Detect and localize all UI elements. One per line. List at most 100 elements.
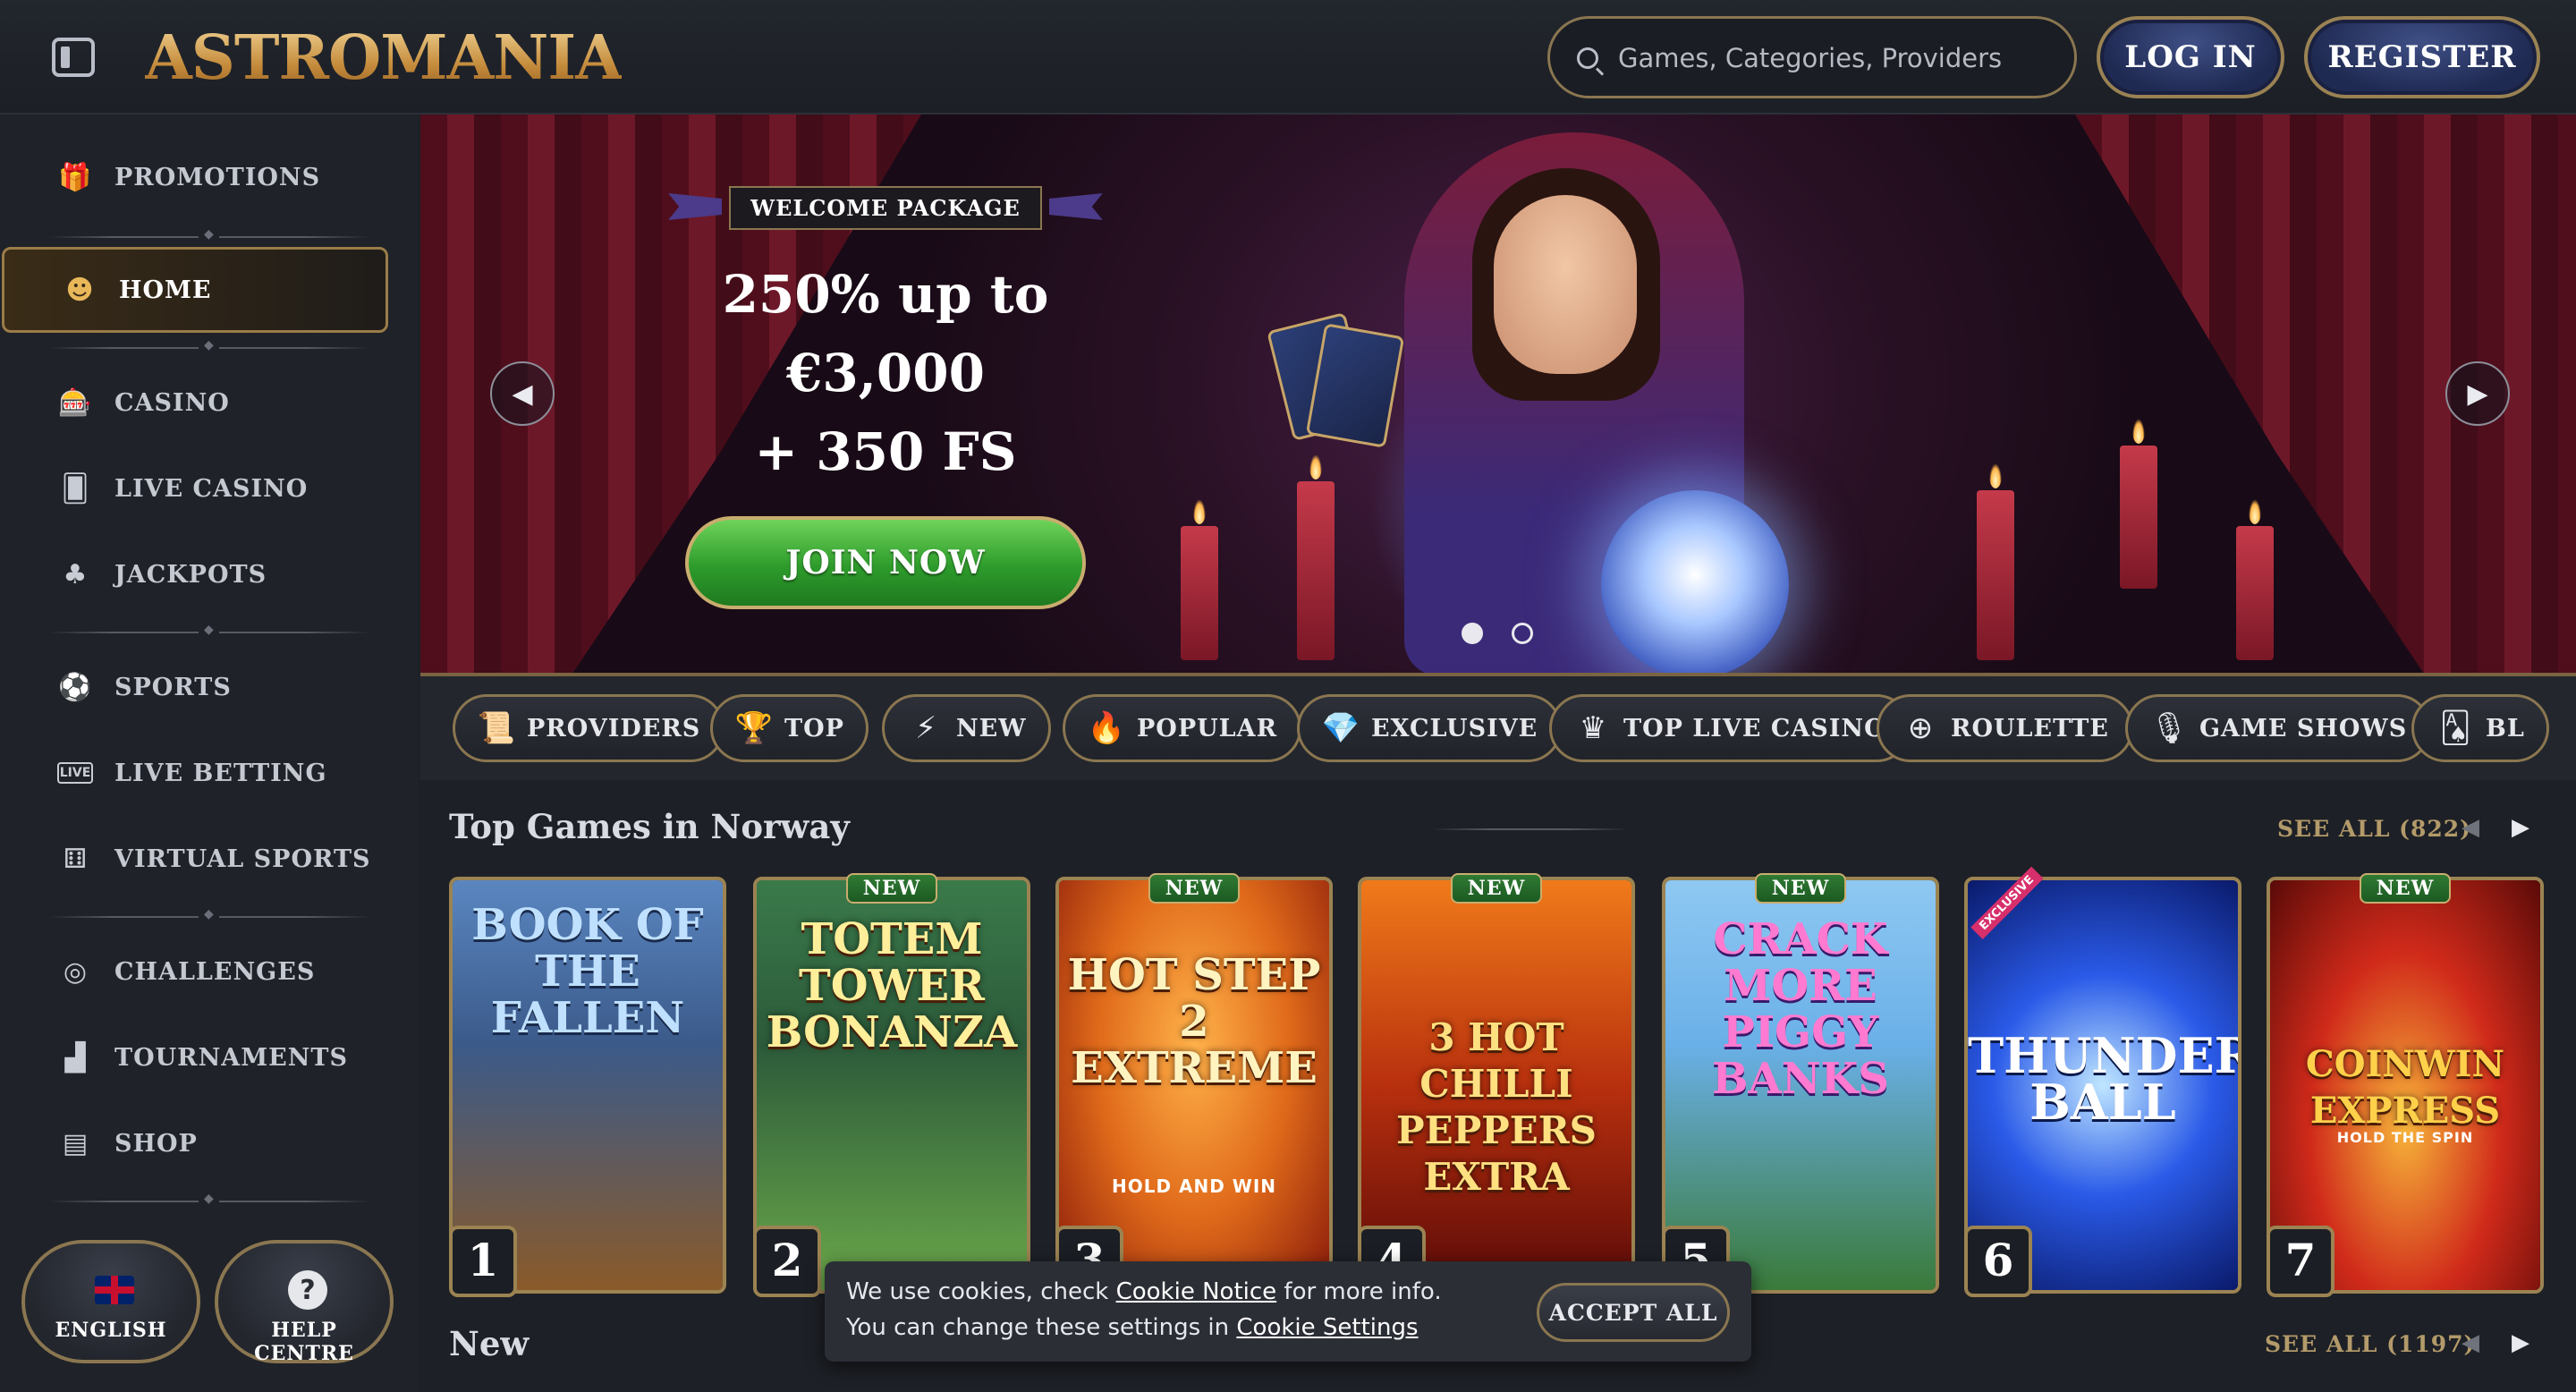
hero-banner[interactable]: WELCOME PACKAGE 250% up to €3,000 + 350 … <box>420 115 2576 676</box>
new-badge: NEW <box>2360 873 2451 904</box>
section-title-top-games: Top Games in Norway <box>449 807 850 846</box>
gift-icon: 🎁 <box>58 161 92 193</box>
candle <box>1297 454 1335 660</box>
category-label: BL <box>2486 714 2525 743</box>
category-providers[interactable]: 📜 PROVIDERS <box>453 694 725 762</box>
login-button[interactable]: LOG IN <box>2097 16 2284 98</box>
sidebar-divider <box>48 1192 370 1206</box>
card-icon: 🂠 <box>61 472 89 505</box>
help-centre-label: HELP CENTRE <box>254 1319 354 1365</box>
game-title: BOOK OF THE FALLEN <box>471 900 704 1043</box>
sidebar-item-virtual-sports[interactable]: ⚅ VIRTUAL SPORTS <box>0 816 394 902</box>
see-all-new-link[interactable]: SEE ALL (1197) <box>2265 1331 2475 1357</box>
top-games-next-icon[interactable]: ▶ <box>2512 814 2529 841</box>
sidebar-item-label: HOME <box>119 276 212 304</box>
rank-badge: 2 <box>753 1226 821 1297</box>
hero-headline: 250% up to €3,000 + 350 FS <box>635 255 1136 491</box>
sidebar-item-sports[interactable]: ⚽ SPORTS <box>0 644 394 730</box>
sidebar-item-promotions[interactable]: 🎁 PROMOTIONS <box>0 134 394 220</box>
category-roulette[interactable]: ⊕ ROULETTE <box>1877 694 2133 762</box>
rank-badge: 6 <box>1964 1226 2032 1297</box>
top-games-prev-icon[interactable]: ◀ <box>2462 814 2479 841</box>
category-label: GAME SHOWS <box>2199 714 2408 743</box>
rank-badge: 7 <box>2267 1226 2334 1297</box>
crown-icon: ♛ <box>1579 710 1607 746</box>
category-label: EXCLUSIVE <box>1371 714 1538 743</box>
language-button[interactable]: ENGLISH <box>21 1240 200 1363</box>
category-label: TOP LIVE CASINO <box>1623 714 1886 743</box>
sidebar-item-home[interactable]: ☻ HOME <box>2 247 388 333</box>
lightning-icon: ⚡ <box>915 710 936 746</box>
carousel-dot-1[interactable] <box>1462 623 1483 644</box>
category-new[interactable]: ⚡ NEW <box>882 694 1051 762</box>
podium-icon: ▟ <box>64 1041 86 1074</box>
home-icon: ☻ <box>65 274 94 306</box>
hero-headline-line2: + 350 FS <box>754 421 1017 482</box>
candle <box>1181 499 1218 660</box>
sidebar-divider <box>48 907 370 921</box>
slot-machine-icon: 🎰 <box>58 386 92 419</box>
new-badge: NEW <box>846 873 937 904</box>
cookie-settings-link[interactable]: Cookie Settings <box>1236 1314 1418 1341</box>
hero-next-arrow-icon[interactable]: ▶ <box>2445 361 2510 426</box>
hero-prev-arrow-icon[interactable]: ◀ <box>490 361 555 426</box>
new-prev-icon[interactable]: ◀ <box>2462 1329 2479 1356</box>
category-label: TOP <box>784 714 844 743</box>
game-title: HOT STEP 2 EXTREME <box>1067 950 1321 1093</box>
sidebar-item-label: TOURNAMENTS <box>114 1043 348 1072</box>
diamond-icon: 💎 <box>1321 710 1360 746</box>
tarot-cards-illustration <box>1267 311 1405 448</box>
section-title-new: New <box>449 1324 530 1363</box>
sidebar-divider <box>48 227 370 242</box>
sidebar-item-tournaments[interactable]: ▟ TOURNAMENTS <box>0 1014 394 1100</box>
welcome-package-badge: WELCOME PACKAGE <box>729 186 1042 230</box>
register-button[interactable]: REGISTER <box>2304 16 2540 98</box>
flame-icon: 🔥 <box>1087 710 1126 746</box>
game-title: TOTEM TOWER BONANZA <box>766 914 1018 1057</box>
sidebar-item-jackpots[interactable]: ♣ JACKPOTS <box>0 531 394 617</box>
logo[interactable]: ASTROMANIA <box>145 18 623 98</box>
sidebar-item-live-casino[interactable]: 🂠 LIVE CASINO <box>0 446 394 531</box>
carousel-dot-2[interactable] <box>1512 623 1533 644</box>
sidebar-item-label: SPORTS <box>114 673 232 701</box>
search-box[interactable] <box>1547 16 2077 98</box>
hero-content: WELCOME PACKAGE 250% up to €3,000 + 350 … <box>635 186 1136 609</box>
accept-all-button[interactable]: ACCEPT ALL <box>1537 1283 1730 1342</box>
sidebar-item-shop[interactable]: ▤ SHOP <box>0 1100 394 1186</box>
section-divider <box>1431 828 1628 830</box>
game-title: 3 HOT CHILLI PEPPERS EXTRA <box>1395 1015 1597 1199</box>
category-popular[interactable]: 🔥 POPULAR <box>1063 694 1302 762</box>
roulette-icon: ⊕ <box>1907 710 1934 746</box>
join-now-button[interactable]: JOIN NOW <box>685 516 1086 609</box>
new-badge: NEW <box>1755 873 1846 904</box>
see-all-top-games-link[interactable]: SEE ALL (822) <box>2277 816 2471 842</box>
sidebar-item-label: CHALLENGES <box>114 957 316 986</box>
microphone-icon: 🎙 <box>2149 710 2189 746</box>
game-subtitle: HOLD AND WIN <box>1111 1176 1277 1197</box>
candle <box>2236 499 2274 660</box>
sidebar-toggle-icon[interactable] <box>52 38 95 77</box>
sidebar-item-casino[interactable]: 🎰 CASINO <box>0 360 394 446</box>
crystal-ball-illustration <box>1601 490 1789 673</box>
sidebar-item-challenges[interactable]: ◎ CHALLENGES <box>0 929 394 1014</box>
candle <box>1977 463 2014 660</box>
category-game-shows[interactable]: 🎙 GAME SHOWS <box>2125 694 2432 762</box>
sidebar-divider <box>48 623 370 637</box>
sidebar-item-live-betting[interactable]: LIVE LIVE BETTING <box>0 730 394 816</box>
category-top[interactable]: 🏆 TOP <box>710 694 869 762</box>
sidebar-item-label: SHOP <box>114 1129 198 1158</box>
category-label: POPULAR <box>1137 714 1278 743</box>
category-blackjack[interactable]: 🂡 BL <box>2411 694 2549 762</box>
new-next-icon[interactable]: ▶ <box>2512 1329 2529 1356</box>
category-top-live-casino[interactable]: ♛ TOP LIVE CASINO <box>1549 694 1911 762</box>
cookie-notice-link[interactable]: Cookie Notice <box>1116 1278 1277 1305</box>
search-icon <box>1577 47 1598 69</box>
category-exclusive[interactable]: 💎 EXCLUSIVE <box>1297 694 1563 762</box>
cookie-text: We use cookies, check Cookie Notice for … <box>846 1274 1472 1345</box>
search-input[interactable] <box>1618 37 2056 80</box>
candle <box>2120 419 2157 589</box>
category-label: ROULETTE <box>1951 714 2109 743</box>
sidebar-item-label: PROMOTIONS <box>114 163 321 191</box>
sidebar-item-label: CASINO <box>114 388 230 417</box>
help-centre-button[interactable]: ? HELP CENTRE <box>215 1240 394 1365</box>
